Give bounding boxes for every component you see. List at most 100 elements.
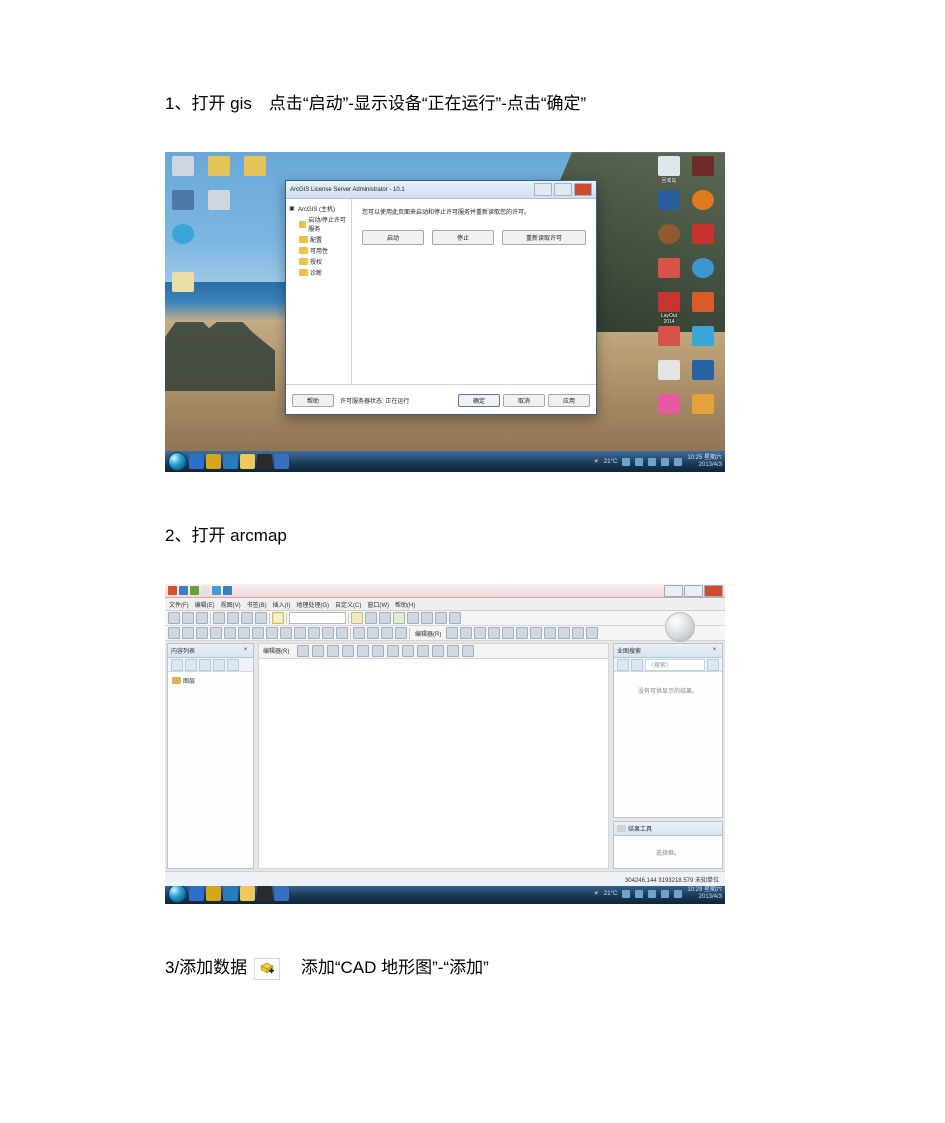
cancel-button[interactable]: 取消 — [503, 394, 545, 407]
toolbar-button[interactable] — [297, 645, 309, 657]
toolbar-button[interactable] — [417, 645, 429, 657]
minimize-button[interactable] — [534, 183, 552, 196]
desktop-icon[interactable] — [655, 224, 683, 245]
dialog-titlebar[interactable]: ArcGIS License Server Administrator - 10… — [286, 181, 596, 199]
desktop-icon[interactable] — [169, 156, 197, 177]
toolbar-button[interactable] — [312, 645, 324, 657]
tree-item[interactable]: 授权 — [289, 256, 348, 267]
toolbar-button[interactable] — [255, 612, 267, 624]
menu-item[interactable]: 书签(B) — [247, 600, 267, 609]
tree-root[interactable]: ▣ ArcGIS (主机) — [289, 203, 348, 214]
toolbar-button[interactable] — [447, 645, 459, 657]
toolbar-button[interactable] — [572, 627, 584, 639]
toolbar-button[interactable] — [168, 627, 180, 639]
menu-item[interactable]: 文件(F) — [169, 600, 189, 609]
menu-item[interactable]: 视图(V) — [221, 600, 241, 609]
desktop-icon[interactable] — [655, 394, 683, 415]
taskbar-icon[interactable] — [189, 454, 204, 469]
toc-tab[interactable] — [213, 659, 225, 671]
taskbar-icon[interactable] — [206, 886, 221, 901]
taskbar-icon[interactable] — [189, 886, 204, 901]
desktop-icon[interactable] — [655, 326, 683, 347]
help-button[interactable]: 帮助 — [292, 394, 334, 407]
tray-icon[interactable] — [622, 458, 630, 466]
stop-button[interactable]: 停止 — [432, 230, 494, 245]
desktop-icon[interactable] — [689, 258, 717, 279]
desktop-icon[interactable] — [241, 156, 269, 177]
toolbar-button[interactable] — [322, 627, 334, 639]
desktop-icon[interactable] — [689, 326, 717, 347]
desktop-icon[interactable] — [655, 190, 683, 211]
menu-item[interactable]: 自定义(C) — [335, 600, 361, 609]
tray-icon[interactable] — [661, 890, 669, 898]
start-button[interactable] — [168, 452, 187, 471]
toolbar-button[interactable] — [393, 612, 405, 624]
toolbar-button[interactable] — [558, 627, 570, 639]
toolbar-button[interactable] — [342, 645, 354, 657]
toc-tab[interactable] — [185, 659, 197, 671]
menu-item[interactable]: 编辑(E) — [195, 600, 215, 609]
desktop-icon[interactable] — [205, 190, 233, 211]
desktop-icon[interactable] — [169, 272, 197, 293]
window-titlebar[interactable] — [165, 584, 725, 598]
desktop-icon[interactable] — [169, 190, 197, 211]
toolbar-button[interactable] — [357, 645, 369, 657]
desktop-icon[interactable] — [655, 258, 683, 279]
toolbar-button[interactable] — [238, 627, 250, 639]
desktop-icon-layout[interactable]: LayOut 2014 — [655, 292, 683, 325]
toc-tab[interactable] — [171, 659, 183, 671]
search-input[interactable]: 〈搜索〉 — [645, 659, 705, 671]
reread-button[interactable]: 重新读取许可 — [502, 230, 586, 245]
desktop-icon[interactable] — [689, 292, 717, 313]
pane-close-icon[interactable]: × — [241, 646, 250, 655]
toolbar-button[interactable] — [407, 612, 419, 624]
toolbar-button[interactable] — [462, 645, 474, 657]
taskbar-icon[interactable] — [240, 886, 255, 901]
toolbar-button[interactable] — [402, 645, 414, 657]
toc-tab[interactable] — [199, 659, 211, 671]
toolbar-button[interactable] — [460, 627, 472, 639]
minimize-button[interactable] — [664, 585, 683, 597]
taskbar-icon[interactable] — [206, 454, 221, 469]
toolbar-button[interactable] — [381, 627, 393, 639]
toolbar-button[interactable] — [351, 612, 363, 624]
toolbar-button[interactable] — [182, 612, 194, 624]
desktop-icon[interactable] — [689, 156, 717, 177]
ok-button[interactable]: 确定 — [458, 394, 500, 407]
toc-root[interactable]: 图层 — [172, 675, 249, 686]
toolbar-button[interactable] — [387, 645, 399, 657]
tree-item[interactable]: 启动/停止许可服务 — [289, 214, 348, 234]
toolbar-button[interactable] — [353, 627, 365, 639]
toolbar-button[interactable] — [227, 612, 239, 624]
tray-icon[interactable] — [635, 458, 643, 466]
toolbar-button[interactable] — [530, 627, 542, 639]
toolbar-button[interactable] — [449, 612, 461, 624]
taskbar-icon[interactable] — [240, 454, 255, 469]
tray-icon[interactable] — [648, 890, 656, 898]
desktop-icon[interactable] — [689, 360, 717, 381]
tray-icon[interactable] — [674, 458, 682, 466]
map-canvas[interactable] — [258, 658, 609, 869]
toolbar-button[interactable] — [432, 645, 444, 657]
toolbar-button[interactable] — [365, 612, 377, 624]
tray-icon[interactable] — [622, 890, 630, 898]
toolbar-button[interactable] — [213, 612, 225, 624]
toolbar-button[interactable] — [224, 627, 236, 639]
close-button[interactable] — [574, 183, 592, 196]
toolbar-button[interactable] — [367, 627, 379, 639]
toolbar-button[interactable] — [474, 627, 486, 639]
desktop-icon[interactable] — [655, 360, 683, 381]
toolbar-button[interactable] — [421, 612, 433, 624]
toc-tab[interactable] — [227, 659, 239, 671]
apply-button[interactable]: 应用 — [548, 394, 590, 407]
toolbar-button[interactable] — [196, 612, 208, 624]
add-data-button[interactable] — [272, 612, 284, 624]
taskbar-icon[interactable] — [274, 454, 289, 469]
tray-icon[interactable] — [661, 458, 669, 466]
search-go[interactable] — [707, 659, 719, 671]
tray-icon[interactable] — [674, 890, 682, 898]
toolbar-button[interactable] — [241, 612, 253, 624]
toolbar-button[interactable] — [327, 645, 339, 657]
taskbar-icon[interactable] — [274, 886, 289, 901]
editor-label[interactable]: 编辑器(R) — [415, 629, 441, 638]
